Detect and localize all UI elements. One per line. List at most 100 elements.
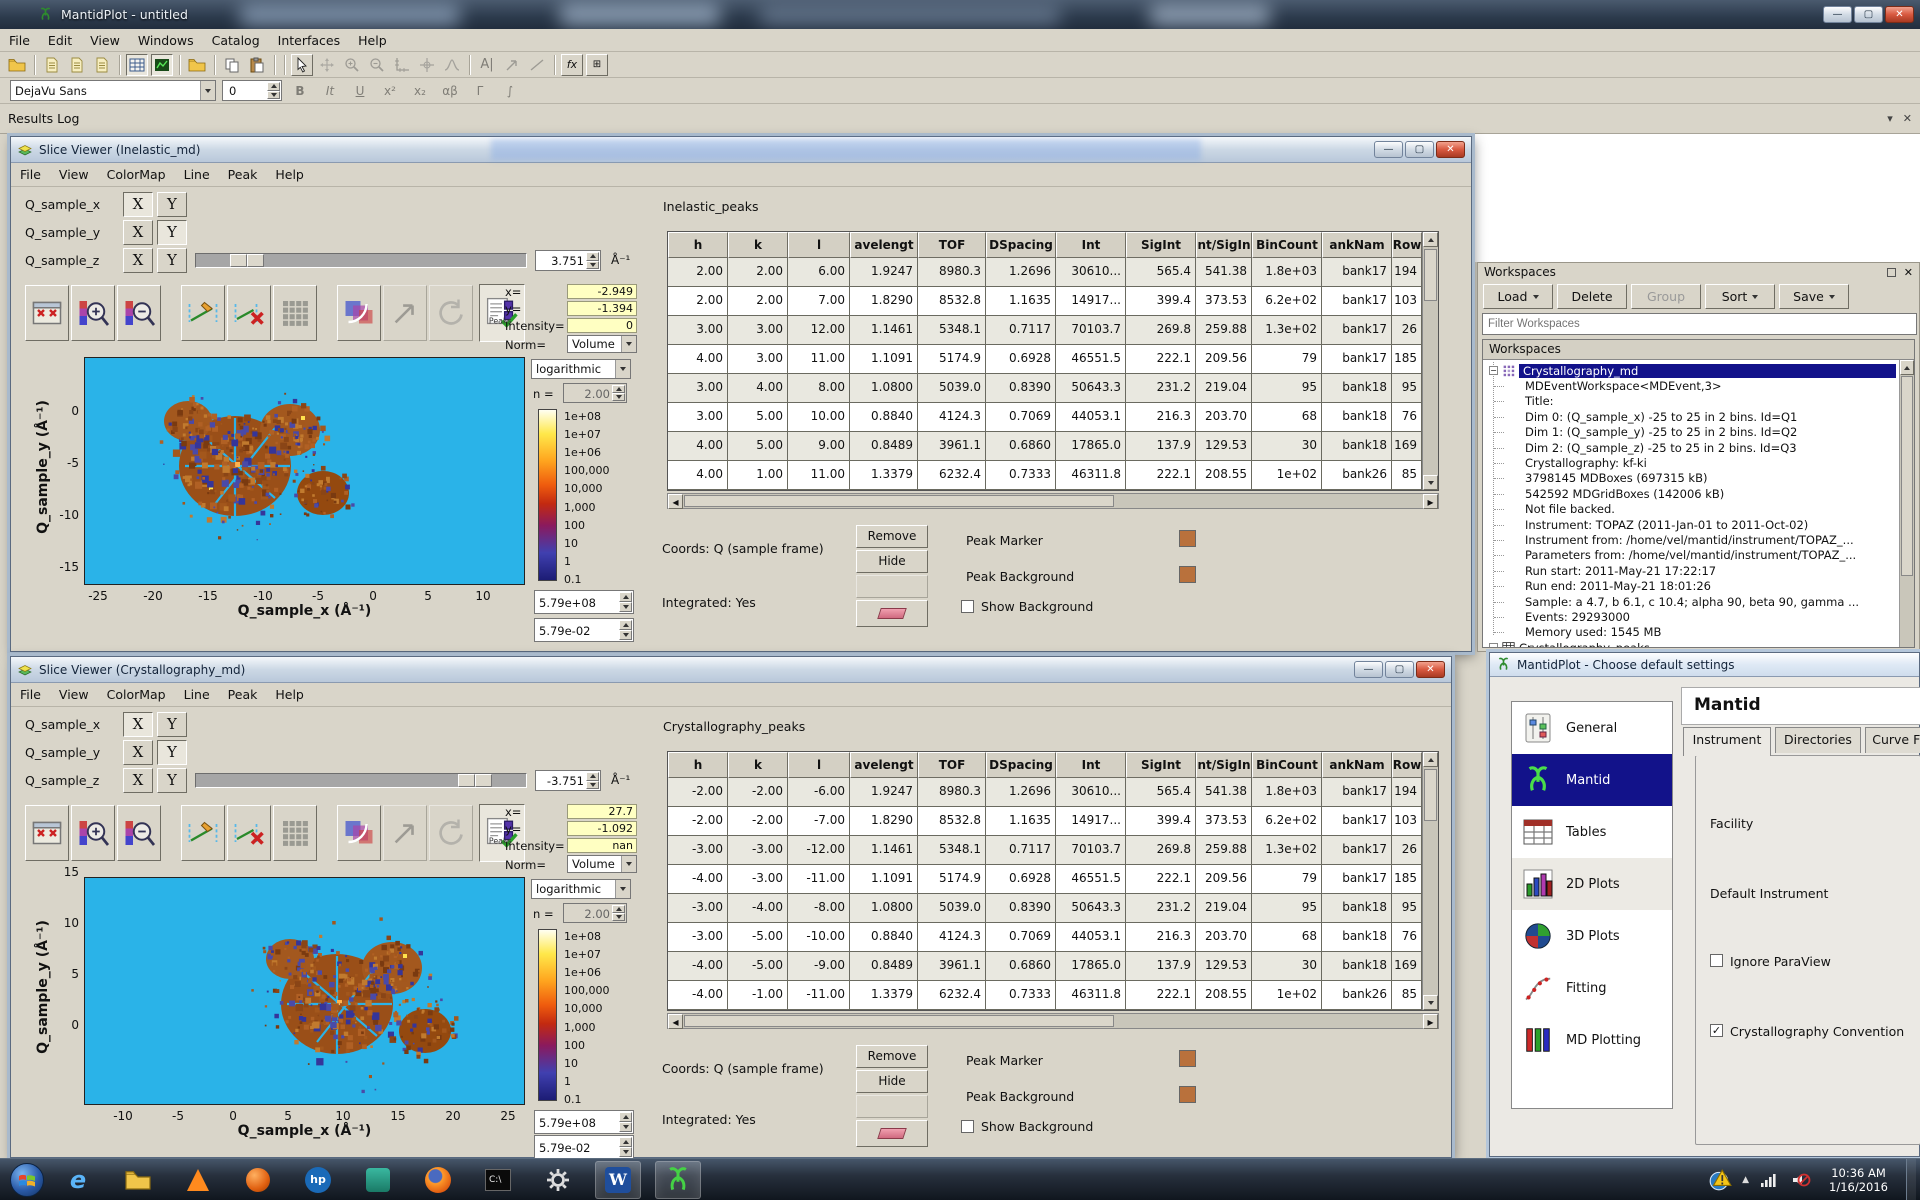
tab-curve-fitting[interactable]: Curve Fit: [1865, 727, 1920, 753]
save-document-icon[interactable]: [91, 54, 113, 76]
menu-view[interactable]: View: [81, 30, 129, 51]
gamma-symbol-button[interactable]: Γ: [468, 79, 492, 103]
minimize-button[interactable]: —: [1374, 141, 1403, 158]
table-row[interactable]: -2.00-2.00-6.001.92478980.31.269630610..…: [668, 778, 1438, 807]
workspace-detail-item[interactable]: 3798145 MDBoxes (697315 kB): [1483, 471, 1914, 486]
table-row[interactable]: 3.004.008.001.08005039.00.839050643.3231…: [668, 374, 1438, 403]
menu-view[interactable]: View: [50, 684, 98, 705]
column-header[interactable]: TOF: [918, 752, 986, 778]
taskbar-vlc[interactable]: [175, 1161, 221, 1199]
column-header[interactable]: Row: [1392, 752, 1422, 778]
draw-arrow-icon[interactable]: [501, 54, 523, 76]
workspace-detail-item[interactable]: Not file backed.: [1483, 502, 1914, 517]
menu-peak[interactable]: Peak: [219, 684, 267, 705]
chevron-down-icon[interactable]: [621, 856, 636, 872]
workspace-detail-item[interactable]: Memory used: 1545 MB: [1483, 625, 1914, 640]
workspace-detail-item[interactable]: Run end: 2011-May-21 18:01:26: [1483, 578, 1914, 593]
group-button[interactable]: Group: [1631, 284, 1701, 309]
column-header[interactable]: DSpacing: [986, 232, 1056, 258]
workspace-detail-item[interactable]: Events: 29293000: [1483, 609, 1914, 624]
spin-down-icon[interactable]: [619, 630, 632, 640]
minimize-button[interactable]: —: [1354, 661, 1383, 678]
maximize-button[interactable]: ▢: [1385, 661, 1414, 678]
ignore-paraview-checkbox[interactable]: [1710, 954, 1723, 967]
taskbar-teal-app[interactable]: [355, 1161, 401, 1199]
column-header[interactable]: DSpacing: [986, 752, 1056, 778]
taskbar-internet-explorer[interactable]: e: [55, 1161, 101, 1199]
column-header[interactable]: h: [668, 752, 728, 778]
workspace-detail-item[interactable]: Title:: [1483, 394, 1914, 409]
column-header[interactable]: nt/SigIn: [1196, 232, 1252, 258]
rescale-axes-icon[interactable]: [391, 54, 413, 76]
snap-to-grid-button[interactable]: [273, 805, 317, 861]
erase-peak-button[interactable]: [856, 600, 928, 627]
open-project-icon[interactable]: [6, 54, 28, 76]
close-button[interactable]: ✕: [1885, 6, 1914, 23]
dim-x-xbutton[interactable]: X: [123, 712, 153, 737]
workspace-detail-item[interactable]: Instrument: TOPAZ (2011-Jan-01 to 2011-O…: [1483, 517, 1914, 532]
peaks-table-header[interactable]: hklavelengtTOFDSpacingIntSigIntnt/SigInB…: [668, 752, 1438, 778]
column-header[interactable]: Int: [1056, 232, 1126, 258]
menu-view[interactable]: View: [50, 164, 98, 185]
column-header[interactable]: Int: [1056, 752, 1126, 778]
dim-x-xbutton[interactable]: X: [123, 192, 153, 217]
load-button[interactable]: Load: [1483, 284, 1553, 309]
workspace-detail-item[interactable]: Dim 1: (Q_sample_y) -25 to 25 in 2 bins.…: [1483, 425, 1914, 440]
taskbar-command-prompt[interactable]: C:\: [475, 1161, 521, 1199]
network-signal-icon[interactable]: [1759, 1172, 1779, 1188]
add-text-icon[interactable]: A|: [476, 54, 498, 76]
dim-y-ybutton[interactable]: Y: [157, 740, 187, 765]
script-fx-icon[interactable]: fx: [561, 54, 583, 76]
chevron-down-icon[interactable]: [615, 360, 630, 378]
dock-close-icon[interactable]: ✕: [1903, 112, 1912, 125]
greek-button[interactable]: αβ: [438, 79, 462, 103]
slice-plot-1[interactable]: [84, 357, 525, 585]
chevron-down-icon[interactable]: [200, 81, 215, 100]
rebin-cursor-button[interactable]: [383, 285, 427, 341]
peak-marker-color-swatch[interactable]: [1179, 530, 1196, 547]
rebin-mode-button[interactable]: [337, 805, 381, 861]
show-hidden-icons-chevron[interactable]: ▲: [1742, 1175, 1749, 1185]
scroll-right-icon[interactable]: ▸: [1423, 1014, 1438, 1029]
open-document-icon[interactable]: [66, 54, 88, 76]
scrollbar-thumb[interactable]: [1424, 249, 1437, 301]
dim-z-xbutton[interactable]: X: [123, 768, 153, 793]
spin-down-icon[interactable]: [612, 913, 625, 921]
dock-float-icon[interactable]: ▾: [1887, 112, 1893, 125]
save-button[interactable]: Save: [1779, 284, 1849, 309]
close-button[interactable]: ✕: [1416, 661, 1445, 678]
clear-line-button[interactable]: [227, 805, 271, 861]
category-fitting[interactable]: Fitting: [1512, 962, 1672, 1014]
slider-handle[interactable]: [230, 254, 247, 267]
slice-point-spinner[interactable]: 3.751: [535, 250, 601, 271]
scroll-up-icon[interactable]: [1900, 360, 1914, 375]
colorbar[interactable]: [538, 409, 557, 581]
menu-help[interactable]: Help: [349, 30, 396, 51]
table-row[interactable]: 4.001.0011.001.33796232.40.733346311.822…: [668, 461, 1438, 490]
column-header[interactable]: l: [788, 232, 850, 258]
column-header[interactable]: avelengt: [850, 232, 918, 258]
table-row[interactable]: -2.00-2.00-7.001.82908532.81.163514917..…: [668, 807, 1438, 836]
table-row[interactable]: 4.005.009.000.84893961.10.686017865.0137…: [668, 432, 1438, 461]
spin-up-icon[interactable]: [612, 385, 625, 393]
dim-y-ybutton[interactable]: Y: [157, 220, 187, 245]
viewer1-titlebar[interactable]: Slice Viewer (Inelastic_md) — ▢ ✕: [11, 137, 1471, 163]
table-row[interactable]: -4.00-3.00-11.001.10915174.90.692846551.…: [668, 865, 1438, 894]
column-header[interactable]: BinCount: [1252, 232, 1322, 258]
spin-down-icon[interactable]: [586, 781, 599, 790]
column-header[interactable]: avelengt: [850, 752, 918, 778]
draw-line-icon[interactable]: [526, 54, 548, 76]
start-button[interactable]: [6, 1160, 48, 1200]
menu-help[interactable]: Help: [266, 684, 313, 705]
menu-help[interactable]: Help: [266, 164, 313, 185]
spin-down-icon[interactable]: [267, 91, 280, 100]
spin-down-icon[interactable]: [619, 1147, 632, 1157]
colorbar-min-field[interactable]: 5.79e-02: [534, 618, 634, 642]
show-background-checkbox[interactable]: [961, 600, 974, 613]
workspace-detail-item[interactable]: Instrument from: /home/vel/mantid/instru…: [1483, 532, 1914, 547]
peak-background-color-swatch[interactable]: [1179, 566, 1196, 583]
colorbar[interactable]: [538, 929, 557, 1101]
crosshair-tool-icon[interactable]: [416, 54, 438, 76]
peak-background-color-swatch[interactable]: [1179, 1086, 1196, 1103]
menu-file[interactable]: File: [0, 30, 39, 51]
